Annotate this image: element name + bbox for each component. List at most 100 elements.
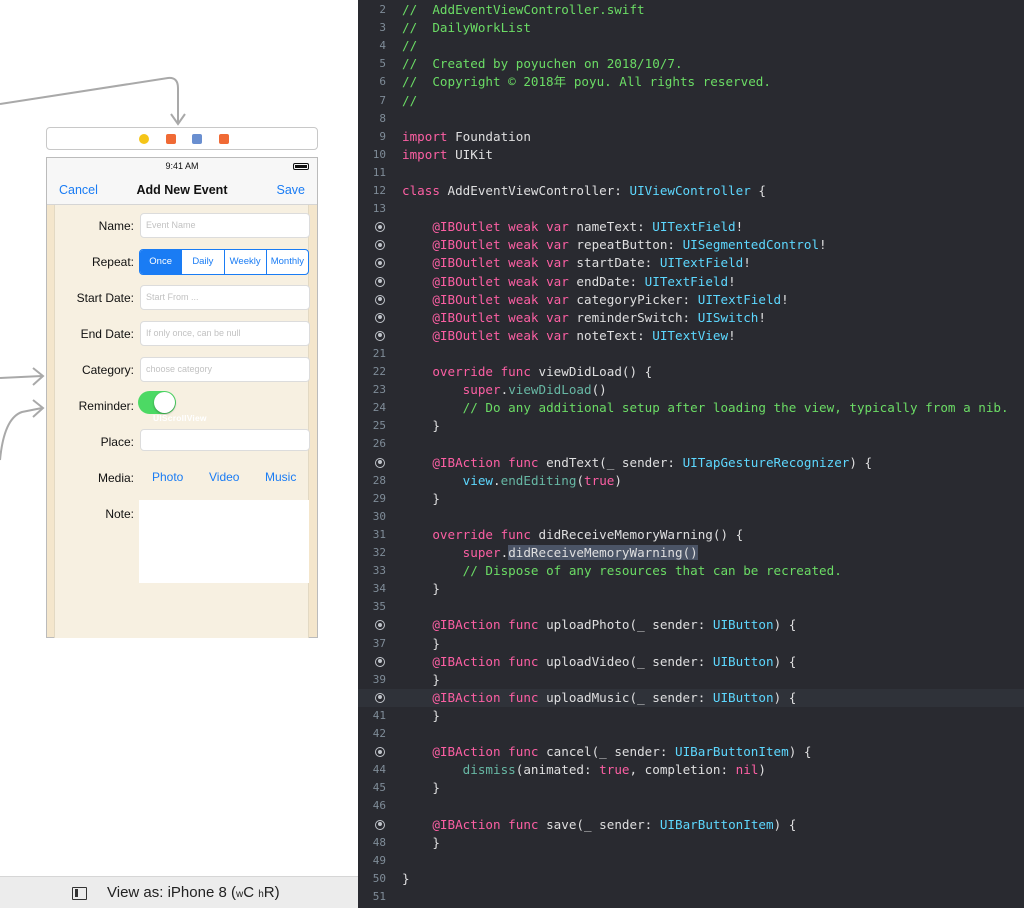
code-line[interactable]: 49 [358, 852, 1024, 870]
start-date-field[interactable]: Start From ... [140, 285, 310, 310]
code-token: @IBOutlet weak var [432, 237, 569, 253]
code-line[interactable]: 26 [358, 435, 1024, 453]
code-line[interactable]: 6 // Copyright © 2018年 poyu. All rights r… [358, 73, 1024, 91]
code-line[interactable]: 13 [358, 200, 1024, 218]
reminder-switch[interactable] [138, 391, 176, 414]
code-line[interactable]: @IBAction func uploadPhoto(_ sender: UIB… [358, 616, 1024, 634]
code-line[interactable]: 51 [358, 888, 1024, 906]
repeat-option-once[interactable]: Once [140, 250, 182, 274]
view-controller-icon[interactable] [139, 134, 149, 144]
code-line[interactable]: 8 [358, 110, 1024, 128]
scroll-view[interactable]: Name: Event Name Repeat: Once Daily Week… [54, 205, 310, 638]
view-as-device-button[interactable]: View as: iPhone 8 (wC hR) [107, 884, 280, 901]
code-line[interactable]: 5 // Created by poyuchen on 2018/10/7. [358, 55, 1024, 73]
code-editor[interactable]: 2 // AddEventViewController.swift 3 // Dail… [358, 0, 1024, 908]
music-button[interactable]: Music [265, 470, 296, 484]
document-outline-toggle-icon[interactable] [72, 887, 87, 900]
code-line[interactable]: @IBAction func uploadVideo(_ sender: UIB… [358, 653, 1024, 671]
code-line[interactable]: 42 [358, 725, 1024, 743]
code-line[interactable]: @IBOutlet weak var endDate: UITextField! [358, 273, 1024, 291]
code-line[interactable]: 41 } [358, 707, 1024, 725]
code-line[interactable]: 28 view.endEditing(true) [358, 472, 1024, 490]
code-line[interactable]: 7 // [358, 92, 1024, 110]
code-line[interactable]: @IBOutlet weak var nameText: UITextField… [358, 218, 1024, 236]
code-line[interactable]: 35 [358, 598, 1024, 616]
code-line[interactable]: @IBAction func uploadMusic(_ sender: UIB… [358, 688, 1024, 707]
photo-button[interactable]: Photo [152, 470, 183, 484]
code-token: @IBOutlet weak var [432, 309, 569, 325]
cancel-button[interactable]: Cancel [59, 183, 98, 197]
code-line[interactable]: 10 import UIKit [358, 146, 1024, 164]
outlet-connection-icon[interactable] [375, 312, 385, 323]
outlet-connection-icon[interactable] [375, 258, 385, 269]
line-number: 9 [379, 129, 386, 143]
code-line[interactable]: 11 [358, 164, 1024, 182]
outlet-connection-icon[interactable] [375, 276, 385, 287]
code-line[interactable]: @IBOutlet weak var startDate: UITextFiel… [358, 254, 1024, 272]
name-field[interactable]: Event Name [140, 213, 310, 238]
code-line[interactable]: 48 } [358, 834, 1024, 852]
code-line[interactable]: 29 } [358, 490, 1024, 508]
repeat-segmented-control[interactable]: Once Daily Weekly Monthly [139, 249, 309, 275]
media-label: Media: [97, 471, 134, 485]
code-line[interactable]: 22 override func viewDidLoad() { [358, 363, 1024, 381]
video-button[interactable]: Video [209, 470, 239, 484]
repeat-option-monthly[interactable]: Monthly [265, 250, 308, 274]
outlet-connection-icon[interactable] [375, 819, 385, 830]
code-line[interactable]: 44 dismiss(animated: true, completion: n… [358, 761, 1024, 779]
code-line[interactable]: 31 override func didReceiveMemoryWarning… [358, 526, 1024, 544]
code-line[interactable]: 45 } [358, 779, 1024, 797]
code-line[interactable]: @IBAction func cancel(_ sender: UIBarBut… [358, 743, 1024, 761]
place-field[interactable] [140, 429, 310, 451]
code-line[interactable]: @IBOutlet weak var reminderSwitch: UISwi… [358, 309, 1024, 327]
code-line[interactable]: @IBAction func endText(_ sender: UITapGe… [358, 454, 1024, 472]
code-line[interactable]: @IBAction func save(_ sender: UIBarButto… [358, 816, 1024, 834]
outlet-connection-icon[interactable] [375, 222, 385, 233]
code-line[interactable]: 34 } [358, 580, 1024, 598]
code-line[interactable]: 23 super.viewDidLoad() [358, 381, 1024, 399]
outlet-connection-icon[interactable] [375, 330, 385, 341]
code-line[interactable]: 32 super.didReceiveMemoryWarning() [358, 544, 1024, 562]
code-line[interactable]: 37 } [358, 635, 1024, 653]
code-line[interactable]: 25 } [358, 417, 1024, 435]
code-line[interactable]: 12 class AddEventViewController: UIViewCo… [358, 182, 1024, 200]
code-token: UITextField [697, 291, 782, 307]
code-text: import UIKit [402, 146, 493, 164]
line-number: 11 [372, 165, 386, 179]
code-line[interactable]: 24 // Do any additional setup after load… [358, 399, 1024, 417]
outlet-connection-icon[interactable] [375, 747, 385, 758]
repeat-option-weekly[interactable]: Weekly [223, 250, 266, 274]
scene-dock[interactable] [46, 127, 318, 150]
code-line[interactable]: @IBOutlet weak var categoryPicker: UITex… [358, 291, 1024, 309]
save-button[interactable]: Save [277, 183, 306, 197]
outlet-connection-icon[interactable] [375, 457, 385, 468]
tap-gesture-icon[interactable] [192, 134, 202, 144]
storyboard-canvas[interactable]: 9:41 AM Cancel Add New Event Save Name: … [0, 0, 358, 876]
outlet-connection-icon[interactable] [375, 656, 385, 667]
code-line[interactable]: @IBOutlet weak var noteText: UITextView! [358, 327, 1024, 345]
code-line[interactable]: 50} [358, 870, 1024, 888]
exit-icon[interactable] [219, 134, 229, 144]
category-field[interactable]: choose category [140, 357, 310, 382]
outlet-connection-icon[interactable] [375, 294, 385, 305]
code-line[interactable]: 4 // [358, 37, 1024, 55]
repeat-option-daily[interactable]: Daily [181, 250, 223, 274]
code-line[interactable]: 9 import Foundation [358, 128, 1024, 146]
outlet-connection-icon[interactable] [375, 620, 385, 631]
outlet-connection-icon[interactable] [375, 692, 385, 703]
end-date-field[interactable]: If only once, can be null [140, 321, 310, 346]
outlet-connection-icon[interactable] [375, 240, 385, 251]
code-line[interactable]: 2 // AddEventViewController.swift [358, 1, 1024, 19]
code-token: } [402, 635, 440, 651]
code-line[interactable]: 30 [358, 508, 1024, 526]
code-line[interactable]: 39 } [358, 671, 1024, 689]
code-line[interactable]: @IBOutlet weak var repeatButton: UISegme… [358, 236, 1024, 254]
code-line[interactable]: 21 [358, 345, 1024, 363]
iphone-scene[interactable]: 9:41 AM Cancel Add New Event Save Name: … [46, 157, 318, 638]
code-token: UITextView [652, 327, 729, 343]
first-responder-icon[interactable] [166, 134, 176, 144]
code-line[interactable]: 33 // Dispose of any resources that can … [358, 562, 1024, 580]
note-text-view[interactable] [139, 500, 309, 583]
code-line[interactable]: 3 // DailyWorkList [358, 19, 1024, 37]
code-line[interactable]: 46 [358, 797, 1024, 815]
